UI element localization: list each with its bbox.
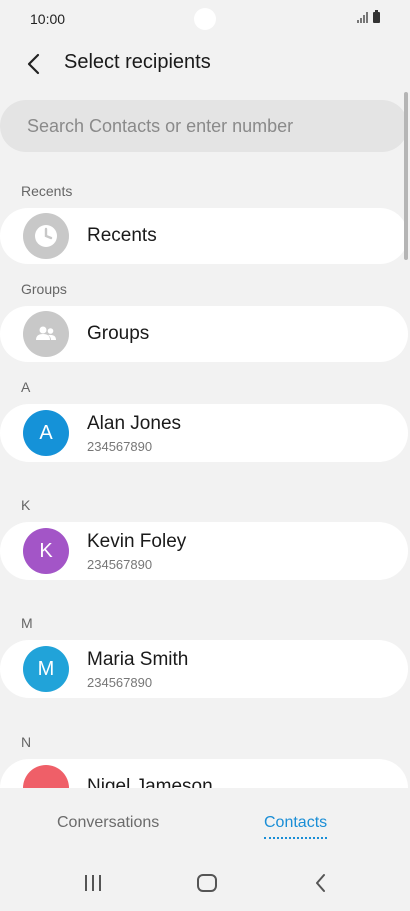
battery-icon	[373, 10, 380, 23]
contact-avatar: A	[23, 410, 69, 456]
back-button[interactable]	[18, 48, 50, 80]
search-input[interactable]: Search Contacts or enter number	[0, 100, 408, 152]
status-bar: 10:00	[0, 0, 410, 38]
active-tab-indicator	[264, 837, 328, 839]
contact-item-kevin-foley[interactable]: K Kevin Foley 234567890	[0, 522, 408, 580]
contact-name: Maria Smith	[87, 649, 189, 670]
recent-apps-icon	[85, 875, 101, 891]
header: Select recipients	[0, 38, 410, 88]
section-header-k: K	[21, 497, 31, 513]
contact-name: Alan Jones	[87, 413, 182, 434]
recent-apps-button[interactable]	[78, 868, 108, 898]
navigation-bar	[0, 850, 410, 911]
contact-name: Nigel Jameson	[87, 776, 213, 788]
camera-cutout	[194, 8, 216, 30]
page-title: Select recipients	[64, 51, 211, 73]
search-placeholder: Search Contacts or enter number	[27, 116, 294, 136]
status-time: 10:00	[30, 11, 66, 27]
list-item-label: Groups	[87, 323, 150, 344]
list-item-recents[interactable]: Recents	[0, 208, 408, 264]
list-item-label: Recents	[87, 225, 157, 246]
status-icons	[357, 10, 380, 23]
signal-icon	[357, 12, 368, 23]
section-header-groups: Groups	[21, 281, 67, 297]
section-header-recents: Recents	[21, 183, 73, 199]
list-item-groups[interactable]: Groups	[0, 306, 408, 362]
nav-back-icon	[316, 874, 325, 892]
home-button[interactable]	[192, 868, 222, 898]
section-header-m: M	[21, 615, 33, 631]
contact-list[interactable]: Recents Recents Groups Groups A A Alan J…	[0, 170, 410, 788]
recents-avatar	[23, 213, 69, 259]
contact-item-maria-smith[interactable]: M Maria Smith 234567890	[0, 640, 408, 698]
back-arrow-icon	[27, 53, 40, 75]
contact-number: 234567890	[87, 675, 153, 690]
section-header-a: A	[21, 379, 31, 395]
contact-name: Kevin Foley	[87, 531, 187, 552]
section-header-n: N	[21, 734, 32, 750]
groups-avatar	[23, 311, 69, 357]
home-icon	[197, 874, 217, 892]
contact-number: 234567890	[87, 439, 153, 454]
contact-item-alan-jones[interactable]: A Alan Jones 234567890	[0, 404, 408, 462]
tab-conversations[interactable]: Conversations	[57, 814, 159, 832]
contact-item-nigel-jameson[interactable]: Nigel Jameson	[0, 759, 408, 788]
scrollbar-thumb[interactable]	[404, 92, 408, 260]
tab-contacts-label: Contacts	[264, 814, 328, 831]
contact-avatar: K	[23, 528, 69, 574]
people-icon	[36, 326, 56, 340]
bottom-tabs: Conversations Contacts	[0, 788, 410, 850]
contact-number: 234567890	[87, 557, 153, 572]
contact-avatar: M	[23, 646, 69, 692]
nav-back-button[interactable]	[306, 868, 336, 898]
tab-contacts[interactable]: Contacts	[264, 814, 328, 839]
contact-avatar	[23, 765, 69, 788]
clock-icon	[35, 225, 57, 247]
